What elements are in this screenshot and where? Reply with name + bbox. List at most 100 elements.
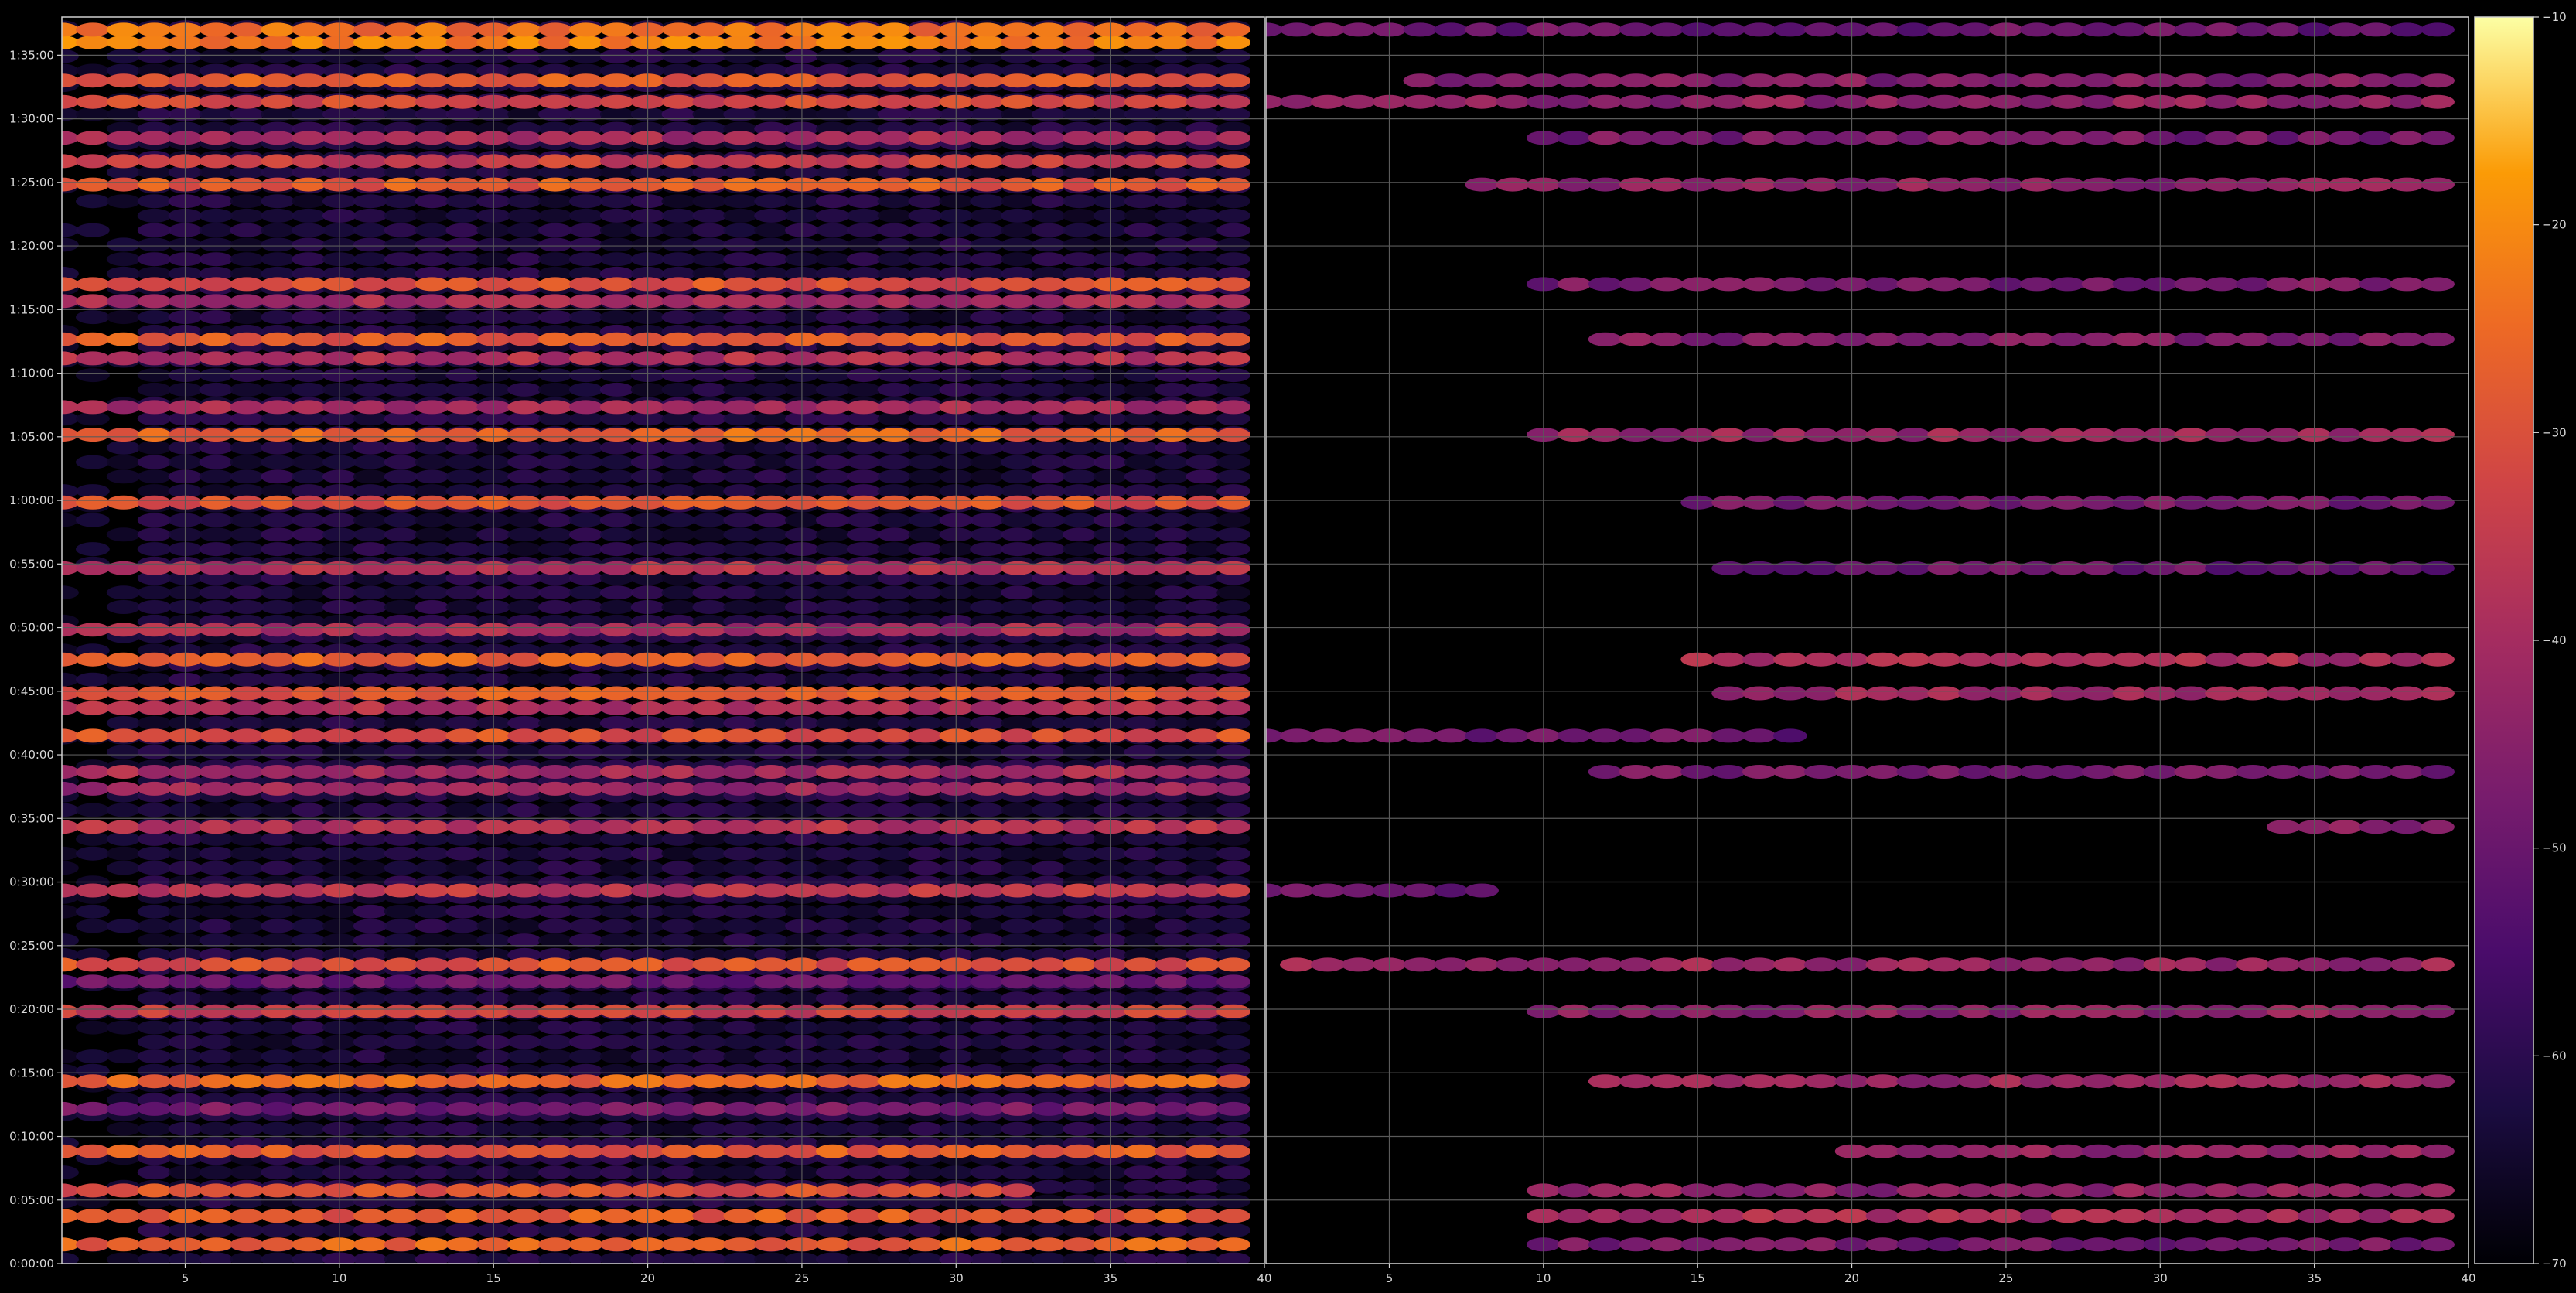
heatmap-cell xyxy=(1155,208,1189,223)
heatmap-cell xyxy=(692,585,727,600)
heatmap-cell xyxy=(2205,428,2239,442)
heatmap-cell xyxy=(2328,686,2363,701)
heatmap-cell xyxy=(692,728,727,743)
heatmap-cell xyxy=(692,49,727,63)
heatmap-cell xyxy=(754,831,788,846)
heatmap-cell xyxy=(353,542,387,557)
heatmap-cell xyxy=(1001,686,1035,701)
heatmap-cell xyxy=(137,652,172,667)
heatmap-cell xyxy=(1186,542,1220,557)
heatmap-cell xyxy=(1742,652,1776,667)
heatmap-cell xyxy=(415,469,449,484)
heatmap-cell xyxy=(846,495,881,510)
heatmap-cell xyxy=(1124,1237,1158,1252)
heatmap-cell xyxy=(970,803,1005,817)
heatmap-cell xyxy=(1186,1252,1220,1264)
heatmap-cell xyxy=(415,49,449,63)
heatmap-cell xyxy=(1124,440,1158,455)
heatmap-cell xyxy=(815,237,850,252)
heatmap-cell xyxy=(661,277,696,292)
heatmap-cell xyxy=(1557,1237,1592,1252)
heatmap-cell xyxy=(1742,686,1776,701)
heatmap-cell xyxy=(661,820,696,834)
heatmap-cell xyxy=(1216,1121,1250,1136)
heatmap-cell xyxy=(1032,1237,1066,1252)
heatmap-cell xyxy=(106,194,141,209)
heatmap-cell xyxy=(1742,1074,1776,1089)
heatmap-cell xyxy=(1155,1179,1189,1194)
heatmap-cell xyxy=(877,208,912,223)
heatmap-cell xyxy=(415,652,449,667)
heatmap-cell xyxy=(445,919,480,933)
heatmap-cell xyxy=(292,846,326,861)
heatmap-cell xyxy=(445,1004,480,1018)
heatmap-cell xyxy=(261,1035,295,1049)
heatmap-cell xyxy=(76,310,110,325)
heatmap-cell xyxy=(970,94,1005,109)
heatmap-cell xyxy=(261,22,295,37)
heatmap-cell xyxy=(692,745,727,759)
heatmap-cell xyxy=(1927,1004,1962,1018)
heatmap-cell xyxy=(1465,883,1499,898)
heatmap-cell xyxy=(538,252,572,267)
heatmap-cell xyxy=(2174,561,2209,575)
x-tick-label: 15 xyxy=(486,1271,501,1285)
heatmap-cell xyxy=(908,1209,943,1223)
heatmap-cell xyxy=(1186,294,1220,309)
heatmap-cell xyxy=(599,1223,634,1237)
heatmap-cell xyxy=(1032,728,1066,743)
heatmap-cell xyxy=(2112,957,2147,972)
heatmap-cell xyxy=(754,803,788,817)
heatmap-cell xyxy=(1216,35,1250,49)
heatmap-cell xyxy=(815,820,850,834)
heatmap-cell xyxy=(692,701,727,715)
heatmap-cell xyxy=(353,686,387,701)
heatmap-cell xyxy=(106,846,141,861)
heatmap-cell xyxy=(2019,765,2054,779)
heatmap-cell xyxy=(877,904,912,919)
heatmap-cell xyxy=(1434,883,1469,898)
heatmap-cell xyxy=(1865,957,1900,972)
heatmap-cell xyxy=(415,600,449,614)
heatmap-cell xyxy=(815,904,850,919)
heatmap-cell xyxy=(815,846,850,861)
heatmap-cell xyxy=(815,585,850,600)
heatmap-cell xyxy=(1032,154,1066,169)
heatmap-cell xyxy=(1186,428,1220,442)
heatmap-cell xyxy=(1062,1252,1097,1264)
heatmap-cell xyxy=(199,351,234,366)
heatmap-cell xyxy=(2019,1209,2054,1223)
heatmap-cell xyxy=(1186,561,1220,575)
heatmap-cell xyxy=(908,803,943,817)
heatmap-cell xyxy=(1341,883,1376,898)
heatmap-cell xyxy=(661,35,696,49)
heatmap-cell xyxy=(199,495,234,510)
heatmap-cell xyxy=(2390,820,2424,834)
heatmap-cell xyxy=(353,382,387,397)
heatmap-cell xyxy=(1216,223,1250,237)
heatmap-cell xyxy=(970,1183,1005,1198)
heatmap-cell xyxy=(384,310,418,325)
heatmap-cell xyxy=(230,803,264,817)
heatmap-cell xyxy=(2328,957,2363,972)
heatmap-cell xyxy=(199,652,234,667)
heatmap-cell xyxy=(846,1209,881,1223)
heatmap-cell xyxy=(2174,1144,2209,1158)
heatmap-cell xyxy=(106,277,141,292)
heatmap-cell xyxy=(199,194,234,209)
heatmap-cell xyxy=(106,974,141,989)
heatmap-cell xyxy=(384,716,418,730)
heatmap-cell xyxy=(230,623,264,637)
heatmap-cell xyxy=(137,1144,172,1158)
heatmap-cell xyxy=(2112,561,2147,575)
heatmap-cell xyxy=(261,469,295,484)
heatmap-cell xyxy=(661,1101,696,1116)
heatmap-cell xyxy=(692,294,727,309)
heatmap-cell xyxy=(846,455,881,469)
heatmap-cell xyxy=(1155,194,1189,209)
heatmap-cell xyxy=(1216,1020,1250,1035)
heatmap-cell xyxy=(846,73,881,88)
heatmap-cell xyxy=(970,542,1005,557)
heatmap-cell xyxy=(1032,208,1066,223)
heatmap-cell xyxy=(507,428,541,442)
